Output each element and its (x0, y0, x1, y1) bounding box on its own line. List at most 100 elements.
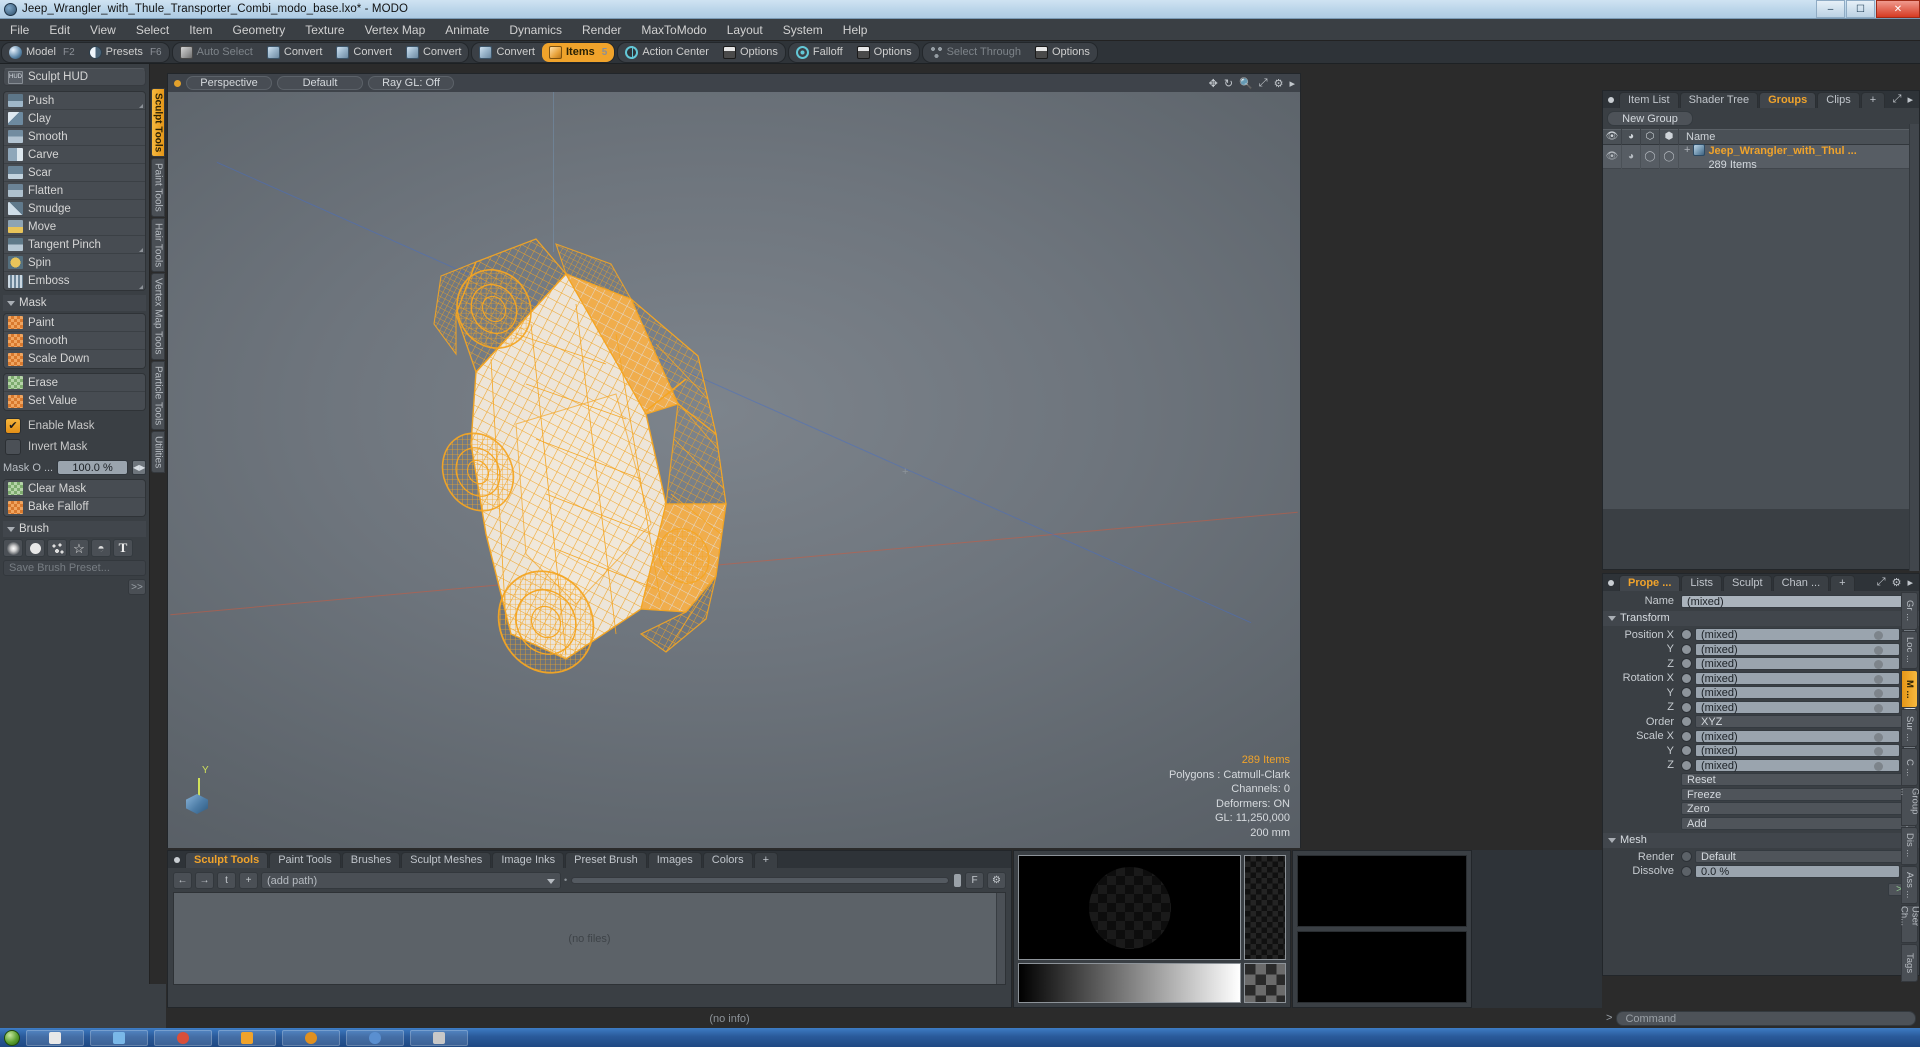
transform-section-header[interactable]: Transform (1603, 610, 1919, 626)
submenu-corner-icon[interactable] (139, 285, 143, 289)
tool-flatten[interactable]: Flatten (4, 182, 145, 200)
zoom-view-icon[interactable]: 🔍 (1239, 77, 1253, 90)
vtab-vertex-map-tools[interactable]: Vertex Map Tools (151, 273, 165, 360)
tool-clear-mask[interactable]: Clear Mask (4, 480, 145, 498)
taskbar-item[interactable] (346, 1029, 404, 1046)
field-animate-radio[interactable] (1681, 759, 1692, 771)
tool-smooth[interactable]: Smooth (4, 128, 145, 146)
chevron-right-icon[interactable]: ▸ (1907, 576, 1913, 589)
field-animate-radio[interactable] (1681, 629, 1692, 641)
eye-icon[interactable]: 👁 (1603, 129, 1622, 145)
toolbar-select-through-button[interactable]: Select Through (923, 43, 1028, 62)
groups-tab-shader-tree[interactable]: Shader Tree (1679, 92, 1759, 108)
menu-item[interactable]: Item (179, 19, 222, 41)
tool-scar[interactable]: Scar (4, 164, 145, 182)
filter-flag-button[interactable]: F (965, 871, 984, 889)
invert-mask-row[interactable]: Invert Mask (3, 436, 146, 457)
rotate-view-icon[interactable]: ↻ (1224, 77, 1233, 90)
field-input[interactable]: (mixed) (1695, 686, 1900, 700)
field-animate-radio[interactable] (1681, 745, 1692, 757)
tool-carve[interactable]: Carve (4, 146, 145, 164)
vtab-utilities[interactable]: Utilities (151, 431, 165, 474)
wire-icon[interactable]: ⬡ (1641, 129, 1660, 145)
bottom-tab-colors[interactable]: Colors (702, 852, 753, 868)
minimize-button[interactable]: – (1816, 0, 1845, 18)
toolbar-options-button[interactable]: Options (1028, 43, 1097, 62)
viewport-axis-gizmo[interactable] (178, 765, 220, 814)
bottom-tab-image-inks[interactable]: Image Inks (492, 852, 565, 868)
menu-layout[interactable]: Layout (717, 19, 773, 41)
submenu-corner-icon[interactable] (139, 248, 143, 252)
action-dropdown-freeze[interactable]: Freeze (1681, 787, 1916, 801)
ink-preview-bottom[interactable] (1297, 931, 1467, 1003)
menu-maxtomodo[interactable]: MaxToModo (631, 19, 716, 41)
rvtab-user-ch-[interactable]: User Ch... (1899, 904, 1920, 943)
tool-move[interactable]: Move (4, 218, 145, 236)
toolbar-options-button[interactable]: Options (850, 43, 919, 62)
tool-emboss[interactable]: Emboss (4, 272, 145, 290)
brush-preview-canvas[interactable] (1018, 855, 1241, 960)
mask-section-header[interactable]: Mask (3, 295, 146, 311)
field-animate-radio[interactable] (1681, 730, 1692, 742)
save-brush-preset-button[interactable]: Save Brush Preset... (3, 560, 146, 576)
vtab-paint-tools[interactable]: Paint Tools (151, 158, 165, 218)
rvtab-ass-[interactable]: Ass ... (1901, 865, 1918, 904)
toolbar-model-button[interactable]: Model F2 (2, 43, 82, 62)
toolbar-options-button[interactable]: Options (716, 43, 785, 62)
start-button-icon[interactable] (4, 1029, 20, 1046)
row-eye-icon[interactable]: 👁 (1603, 144, 1622, 169)
menu-select[interactable]: Select (126, 19, 179, 41)
menu-dynamics[interactable]: Dynamics (499, 19, 572, 41)
menu-animate[interactable]: Animate (435, 19, 499, 41)
groups-tab-clips[interactable]: Clips (1817, 92, 1860, 108)
taskbar-item[interactable] (410, 1029, 468, 1046)
close-button[interactable]: ✕ (1876, 0, 1920, 18)
field-animate-radio[interactable] (1681, 643, 1692, 655)
field-input[interactable]: (mixed) (1695, 657, 1900, 671)
tool-clay[interactable]: Clay (4, 110, 145, 128)
submenu-corner-icon[interactable] (139, 104, 143, 108)
bottom-tab-preset-brush[interactable]: Preset Brush (565, 852, 647, 868)
order-dropdown[interactable]: XYZ (1695, 715, 1916, 729)
rvtab-m-[interactable]: M ... (1901, 670, 1918, 709)
table-row[interactable]: 👁 ◕ ◯ ◯ + Jeep_Wrangler_with_Thul ... 28… (1603, 143, 1919, 171)
brush-star-icon[interactable]: ☆ (69, 539, 89, 557)
bottom-tab-+[interactable]: + (753, 852, 779, 868)
field-input[interactable]: (mixed) (1695, 700, 1900, 714)
expand-icon[interactable]: ⤢ (1893, 93, 1902, 106)
bottom-tab-sculpt-meshes[interactable]: Sculpt Meshes (401, 852, 492, 868)
rvtab-gr-[interactable]: Gr ... (1901, 592, 1918, 631)
thumbnail-size-slider[interactable]: • (564, 872, 962, 889)
toolbar-auto-select-button[interactable]: Auto Select (173, 43, 260, 62)
action-dropdown-reset[interactable]: Reset (1681, 773, 1916, 787)
slider-knob[interactable] (953, 872, 962, 888)
tool-tangent-pinch[interactable]: Tangent Pinch (4, 236, 145, 254)
rvtab-group-[interactable]: Group ... (1899, 787, 1920, 826)
mesh-section-header[interactable]: Mesh (1603, 832, 1919, 848)
panel-menu-dot-icon[interactable] (1608, 97, 1614, 103)
invert-mask-checkbox[interactable] (5, 438, 21, 455)
row-shade-toggle[interactable]: ◯ (1660, 144, 1679, 169)
tool-scale-down[interactable]: Scale Down (4, 350, 145, 368)
row-render-icon[interactable]: ◕ (1622, 144, 1641, 169)
tool-set-value[interactable]: Set Value (4, 392, 145, 410)
toolbar-convert-button[interactable]: Convert (329, 43, 399, 62)
tool-smudge[interactable]: Smudge (4, 200, 145, 218)
maximize-button[interactable]: ☐ (1846, 0, 1875, 18)
taskbar-item[interactable] (282, 1029, 340, 1046)
field-input[interactable]: (mixed) (1695, 642, 1900, 656)
properties-tab-prope-[interactable]: Prope ... (1619, 575, 1681, 591)
toolbar-presets-button[interactable]: Presets F6 (82, 43, 169, 62)
field-input[interactable]: (mixed) (1695, 744, 1900, 758)
slider-track[interactable] (571, 876, 949, 884)
move-view-icon[interactable]: ✥ (1209, 77, 1218, 90)
toolbar-convert-button[interactable]: Convert (260, 43, 330, 62)
new-group-button[interactable]: New Group (1607, 111, 1693, 126)
up-icon[interactable]: t (217, 871, 236, 889)
shade-icon[interactable]: ⬢ (1660, 129, 1679, 145)
file-browser-scrollbar[interactable] (996, 893, 1005, 984)
brush-soft-icon[interactable] (3, 539, 23, 557)
mask-opacity-input[interactable]: 100.0 % (57, 460, 128, 475)
viewport-canvas[interactable]: + Y 289 Items Polygons: Catmull-Clark C… (168, 92, 1300, 848)
bottom-tab-sculpt-tools[interactable]: Sculpt Tools (185, 852, 269, 868)
